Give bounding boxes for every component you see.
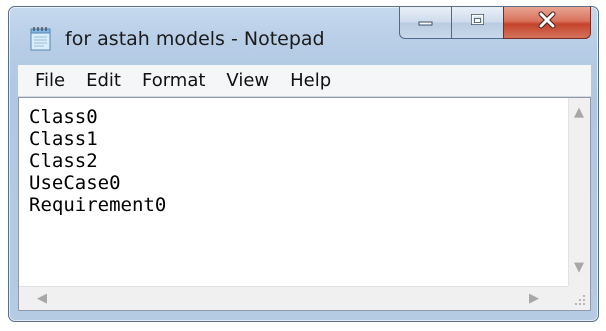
window-title: for astah models - Notepad — [65, 28, 325, 50]
notepad-window: for astah models - Notepad File Edit For… — [8, 6, 599, 322]
text-editor[interactable]: Class0 Class1 Class2 UseCase0 Requiremen… — [18, 97, 591, 311]
menu-file[interactable]: File — [26, 66, 77, 96]
text-line: Class0 — [29, 106, 98, 128]
maximize-button[interactable] — [451, 7, 503, 39]
maximize-icon — [470, 13, 486, 32]
scroll-down-icon[interactable]: ▼ — [574, 261, 584, 275]
menu-view[interactable]: View — [217, 66, 281, 96]
resize-grip-icon[interactable] — [568, 286, 590, 310]
menu-bar: File Edit Format View Help — [18, 65, 591, 97]
close-icon — [536, 11, 558, 34]
horizontal-scrollbar[interactable]: ◀ ▶ — [19, 286, 568, 310]
close-button[interactable] — [503, 7, 591, 39]
menu-help[interactable]: Help — [281, 66, 343, 96]
minimize-button[interactable] — [399, 7, 451, 39]
minimize-icon — [418, 14, 434, 32]
menu-format[interactable]: Format — [133, 66, 217, 96]
text-line: UseCase0 — [29, 172, 121, 194]
caption-buttons — [399, 7, 591, 39]
text-line: Requirement0 — [29, 194, 167, 216]
scroll-left-icon[interactable]: ◀ — [37, 292, 47, 306]
scroll-up-icon[interactable]: ▲ — [574, 106, 584, 120]
text-line: Class1 — [29, 128, 98, 150]
menu-edit[interactable]: Edit — [77, 66, 133, 96]
text-content[interactable]: Class0 Class1 Class2 UseCase0 Requiremen… — [29, 106, 529, 271]
title-bar[interactable]: for astah models - Notepad — [9, 7, 598, 65]
vertical-scrollbar[interactable]: ▲ ▼ — [568, 98, 590, 286]
scroll-right-icon[interactable]: ▶ — [529, 292, 539, 306]
text-line: Class2 — [29, 150, 98, 172]
notepad-icon — [29, 25, 53, 51]
